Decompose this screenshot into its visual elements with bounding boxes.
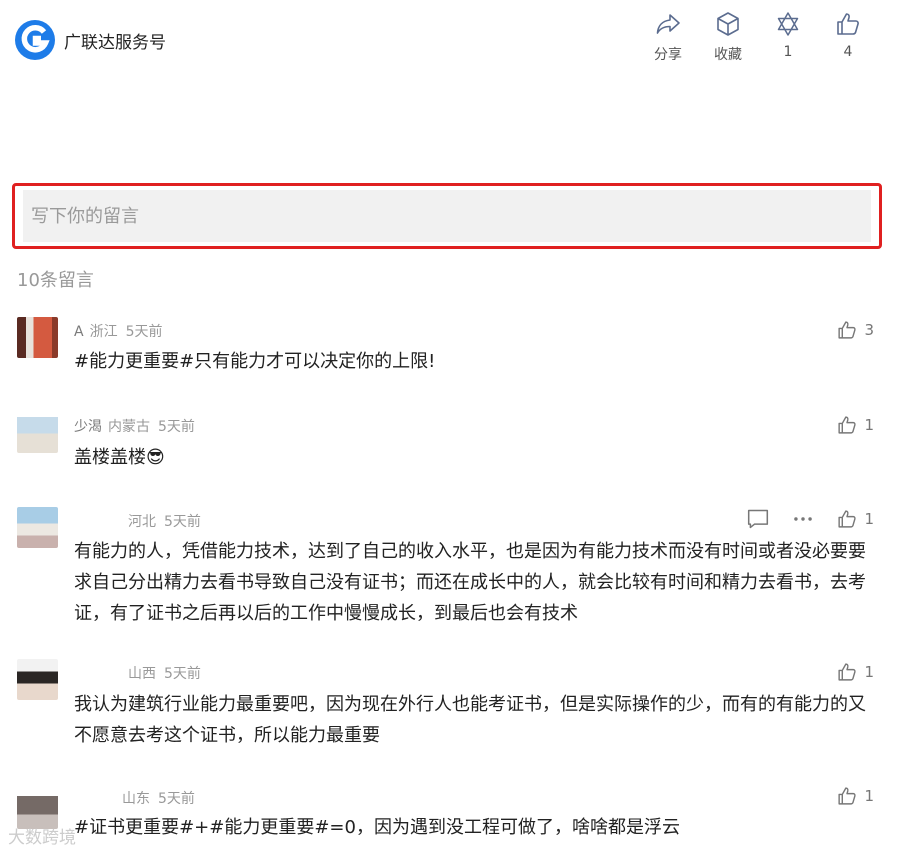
comment-input-highlight: [12, 183, 882, 249]
comment-text: #证书更重要#+#能力更重要#=0，因为遇到没工程可做了，啥啥都是浮云: [74, 817, 680, 838]
thumbs-up-icon: [838, 416, 857, 434]
comment-like-button[interactable]: 1: [836, 661, 874, 683]
comment-meta: 河北 5天前: [74, 511, 201, 531]
thumbs-up-icon: [837, 13, 859, 35]
comment-meta: 山西 5天前: [74, 663, 201, 683]
star-of-david-icon: [777, 12, 799, 36]
comment-text: 盖楼盖楼😎: [74, 447, 165, 468]
commenter-name[interactable]: A: [74, 324, 84, 340]
comment-text: 有能力的人，凭借能力技术，达到了自己的收入水平，也是因为有能力技术而没有时间或者…: [74, 541, 866, 624]
commenter-location: 山西: [128, 666, 156, 682]
comment-like-count: 1: [864, 663, 874, 681]
share-button[interactable]: 分享: [638, 10, 698, 64]
comment-meta: A 浙江 5天前: [74, 321, 163, 341]
share-icon: [656, 14, 680, 34]
thumbs-up-icon: [838, 787, 857, 805]
commenter-name[interactable]: 少渴: [74, 419, 102, 435]
account-name[interactable]: 广联达服务号: [64, 28, 166, 53]
article-actions: 分享 收藏 1 4: [638, 10, 878, 64]
like-count: 4: [843, 44, 853, 60]
commenter-location: 内蒙古: [108, 419, 150, 435]
comment-text: 我认为建筑行业能力最重要吧，因为现在外行人也能考证书，但是实际操作的少，而有的有…: [74, 694, 866, 746]
commenter-location: 浙江: [89, 324, 118, 340]
comment-like-button[interactable]: 1: [836, 508, 874, 530]
recommend-count: 1: [783, 44, 793, 60]
reply-button[interactable]: [746, 508, 770, 530]
more-options-button[interactable]: [792, 508, 814, 530]
glodon-logo-icon: [15, 20, 55, 60]
share-label: 分享: [654, 47, 682, 63]
comment-like-button[interactable]: 1: [836, 414, 874, 436]
avatar[interactable]: [17, 317, 58, 358]
speech-bubble-icon: [748, 509, 769, 529]
avatar[interactable]: [17, 659, 58, 700]
comment-actions: 3: [836, 319, 874, 341]
commenter-location: 河北: [128, 514, 156, 530]
recommend-button[interactable]: 1: [758, 10, 818, 64]
comment-like-count: 1: [864, 787, 874, 805]
comment-actions: 1: [746, 508, 874, 530]
comment-actions: 1: [836, 414, 874, 436]
thumbs-up-icon: [838, 321, 857, 339]
comment-input[interactable]: [23, 190, 871, 242]
like-button[interactable]: 4: [818, 10, 878, 64]
thumbs-up-icon: [838, 663, 857, 681]
comment-count: 10条留言: [17, 270, 94, 291]
favorite-button[interactable]: 收藏: [698, 10, 758, 64]
favorite-box-icon: [717, 12, 739, 36]
more-dots-icon: [794, 517, 813, 521]
article-header: 广联达服务号 分享 收藏 1 4: [0, 0, 900, 80]
avatar[interactable]: [17, 412, 58, 453]
comment-time: 5天前: [125, 324, 163, 340]
comment-like-button[interactable]: 3: [836, 319, 874, 341]
comment-actions: 1: [836, 785, 874, 807]
commenter-location: 山东: [122, 791, 150, 807]
thumbs-up-icon: [838, 510, 857, 528]
comment-text: #能力更重要#只有能力才可以决定你的上限!: [74, 351, 436, 372]
favorite-label: 收藏: [714, 47, 742, 63]
watermark: 大数跨境: [8, 828, 76, 848]
comment-time: 5天前: [164, 666, 201, 682]
comment-time: 5天前: [158, 791, 195, 807]
comment-like-button[interactable]: 1: [836, 785, 874, 807]
comment-actions: 1: [836, 661, 874, 683]
comment-time: 5天前: [164, 514, 201, 530]
comment-like-count: 3: [864, 321, 874, 339]
comment-like-count: 1: [864, 510, 874, 528]
avatar[interactable]: [17, 507, 58, 548]
comment-meta: 少渴 内蒙古 5天前: [74, 416, 195, 436]
comment-time: 5天前: [158, 419, 195, 435]
comment-like-count: 1: [864, 416, 874, 434]
comment-meta: 山东 5天前: [74, 788, 195, 808]
